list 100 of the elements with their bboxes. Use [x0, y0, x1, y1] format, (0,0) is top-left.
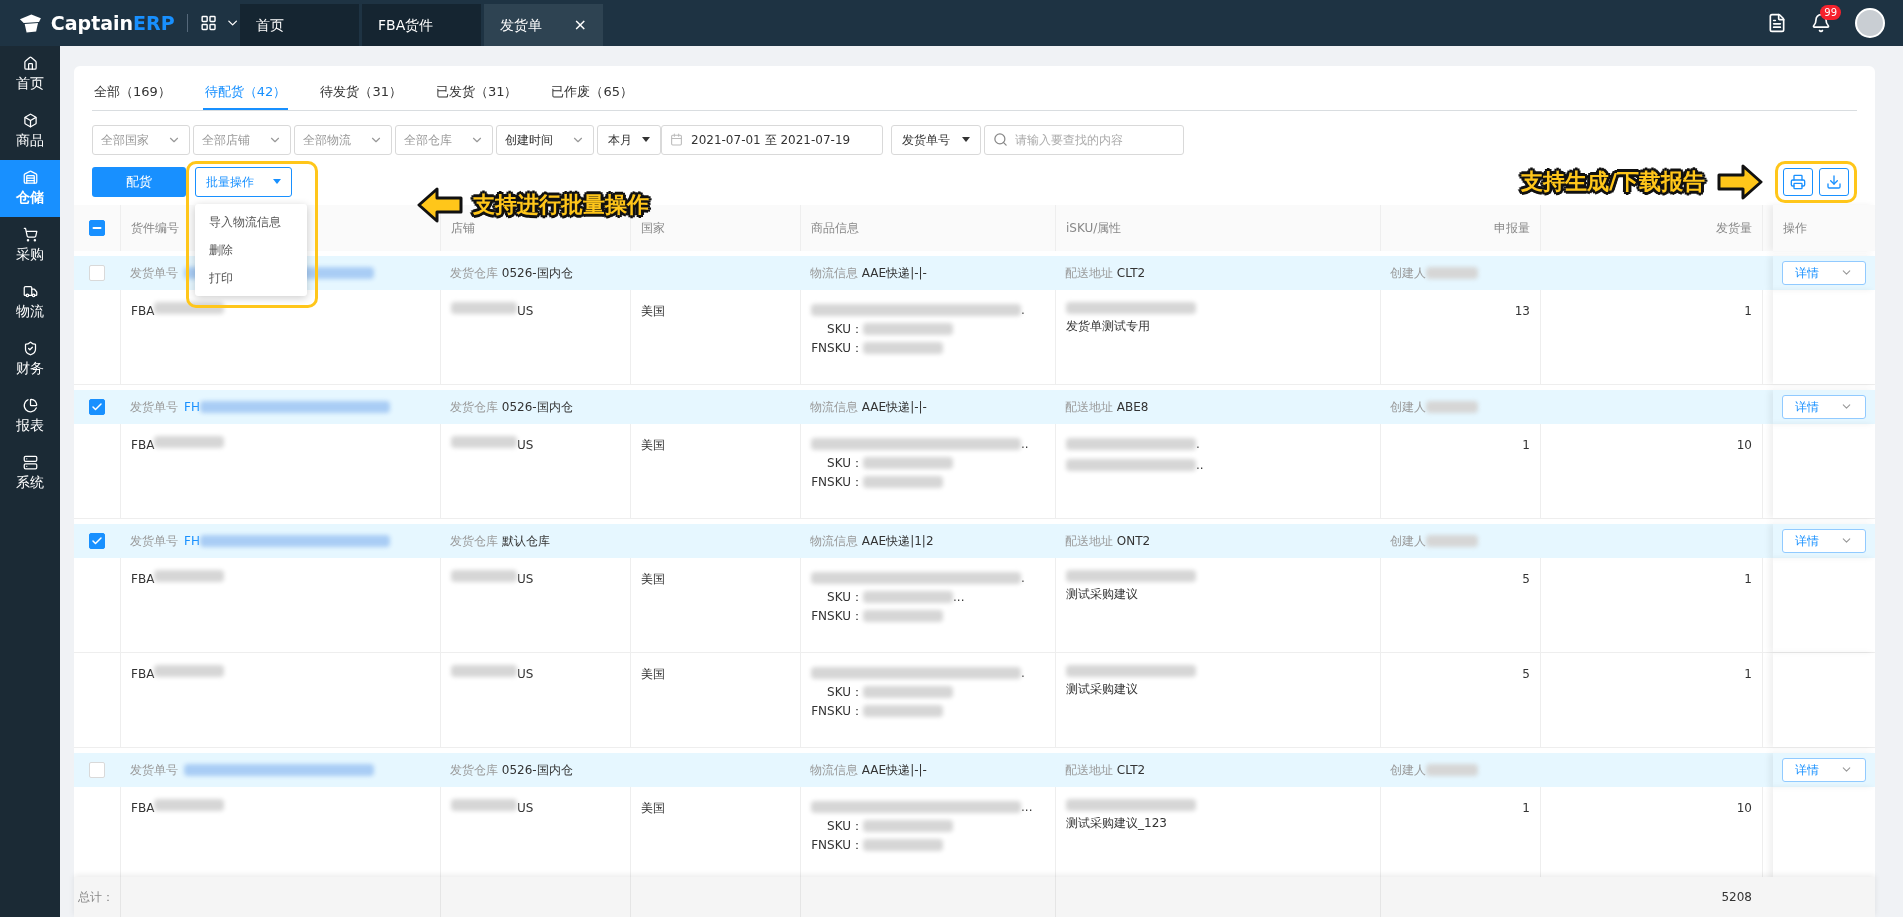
attribute-text: 测试采购建议 [1066, 585, 1138, 603]
group-field: 物流信息 AAE快递|-|- [810, 265, 927, 280]
group-label: 发货单号 [130, 264, 178, 282]
redacted-text [451, 569, 517, 582]
page-tab[interactable]: 发货单 × [484, 4, 603, 46]
close-icon[interactable]: × [573, 13, 587, 37]
redacted-text [1426, 400, 1478, 413]
sidebar-item[interactable]: 商品 [0, 103, 60, 160]
sku-label: SKU： [826, 454, 863, 472]
server-icon [22, 454, 38, 470]
caret-icon [962, 137, 970, 142]
redacted-text [154, 664, 225, 677]
group-field: 物流信息 AAE快递|1|2 [810, 533, 934, 548]
group-label: 创建人 [1390, 532, 1426, 550]
table-cell-text: US [517, 665, 534, 683]
truck-icon [22, 283, 38, 299]
check-icon [91, 400, 103, 413]
printer-icon [1790, 173, 1806, 190]
fnsku-label: FNSKU： [811, 702, 863, 720]
sku-label: SKU： [826, 588, 863, 606]
fnsku-label: FNSKU： [811, 607, 863, 625]
checkbox[interactable] [89, 532, 105, 549]
fnsku-label: FNSKU： [811, 339, 863, 357]
table-cell-text: FBA [131, 665, 155, 683]
filter-select[interactable]: 创建时间 [496, 124, 594, 155]
table-cell: 美国 [641, 666, 665, 681]
notification-badge: 99 [1820, 5, 1841, 20]
sidebar-item[interactable]: 报表 [0, 388, 60, 445]
group-label: 发货单号 [130, 398, 178, 416]
home-icon [22, 55, 38, 71]
caret-icon [273, 179, 281, 184]
attribute-text: 发货单测试专用 [1066, 317, 1150, 335]
group-field: 发货仓库 0526-国内仓 [450, 762, 573, 777]
fnsku-label: FNSKU： [811, 836, 863, 854]
redacted-text [451, 664, 517, 677]
column-header: 操作 [1773, 204, 1875, 251]
table-cell-text: US [517, 799, 534, 817]
filter-select[interactable]: 本月 [597, 124, 661, 155]
ellipsis-text: . [1196, 435, 1200, 453]
download-icon [1826, 173, 1842, 190]
notes-icon[interactable] [1767, 13, 1787, 33]
captain-hat-logo-icon [18, 11, 43, 35]
sidebar-item[interactable]: 首页 [0, 46, 60, 103]
filter-select[interactable]: 发货单号 [891, 124, 981, 155]
redacted-text [154, 435, 225, 448]
redacted-text [451, 301, 517, 314]
redacted-text [154, 569, 225, 582]
status-tab[interactable]: 待发货（31） [318, 82, 404, 110]
table-cell: 10 [1736, 800, 1752, 815]
search-field[interactable]: 请输入要查找的内容 [984, 124, 1184, 155]
checkbox[interactable] [89, 219, 105, 236]
table-cell-text: US [517, 302, 534, 320]
callout-text: 支持生成/下载报告 [1520, 168, 1705, 196]
page-tab[interactable]: 首页 [240, 4, 359, 46]
redacted-text [1426, 763, 1478, 776]
checkbox[interactable] [89, 398, 105, 415]
status-tab[interactable]: 已发货（31） [433, 82, 520, 110]
sku-label: SKU： [826, 683, 863, 701]
group-field: 发货仓库 0526-国内仓 [450, 399, 573, 414]
table-cell: 美国 [641, 571, 665, 586]
table-cell: 1 [1522, 800, 1530, 815]
redacted-text [1426, 266, 1478, 279]
group-field: 配送地址 ONT2 [1065, 533, 1151, 548]
total-value: 5208 [1721, 890, 1752, 904]
date-range-field[interactable]: 2021-07-01 至 2021-07-19 [661, 124, 883, 155]
print-button[interactable] [1783, 167, 1813, 196]
column-header: 申报量 [1380, 204, 1540, 251]
status-tab[interactable]: 已作废（65） [549, 82, 635, 110]
avatar[interactable] [1855, 8, 1885, 38]
ellipsis-text: . [1021, 301, 1025, 319]
menu-item[interactable]: 打印 [195, 263, 307, 292]
redacted-text [451, 435, 517, 448]
table-cell: 1 [1744, 571, 1752, 586]
group-label: 发货单号 [130, 761, 178, 779]
table-cell: 13 [1514, 303, 1530, 318]
attribute-text: 测试采购建议_123 [1066, 814, 1167, 832]
sidebar-item[interactable]: 采购 [0, 217, 60, 274]
download-button[interactable] [1819, 167, 1849, 196]
table-cell: 美国 [641, 437, 665, 452]
sidebar-item[interactable]: 财务 [0, 331, 60, 388]
ellipsis-text: . [1021, 664, 1025, 682]
check-icon [91, 534, 103, 547]
page-tab[interactable]: FBA货件 [362, 4, 481, 46]
ellipsis-text: . [1021, 569, 1025, 587]
left-arrow-icon [417, 186, 463, 223]
sku-label: SKU： [826, 817, 863, 835]
logo-text: CaptainERP [50, 10, 175, 36]
column-header: 商品信息 [800, 204, 1055, 251]
group-label: 创建人 [1390, 761, 1426, 779]
sidebar-item[interactable]: 物流 [0, 274, 60, 331]
status-tab[interactable]: 全部（169） [92, 82, 173, 110]
warehouse-icon [22, 169, 38, 185]
table-cell-text: US [517, 436, 534, 454]
menu-item[interactable]: 导入物流信息 [195, 207, 307, 236]
table-cell: 1 [1744, 303, 1752, 318]
sidebar-item[interactable]: 系统 [0, 445, 60, 502]
shield-icon [22, 340, 38, 356]
attribute-text: 测试采购建议 [1066, 680, 1138, 698]
app-grid-icon[interactable] [199, 14, 217, 32]
menu-item[interactable]: 删除 [195, 235, 307, 264]
